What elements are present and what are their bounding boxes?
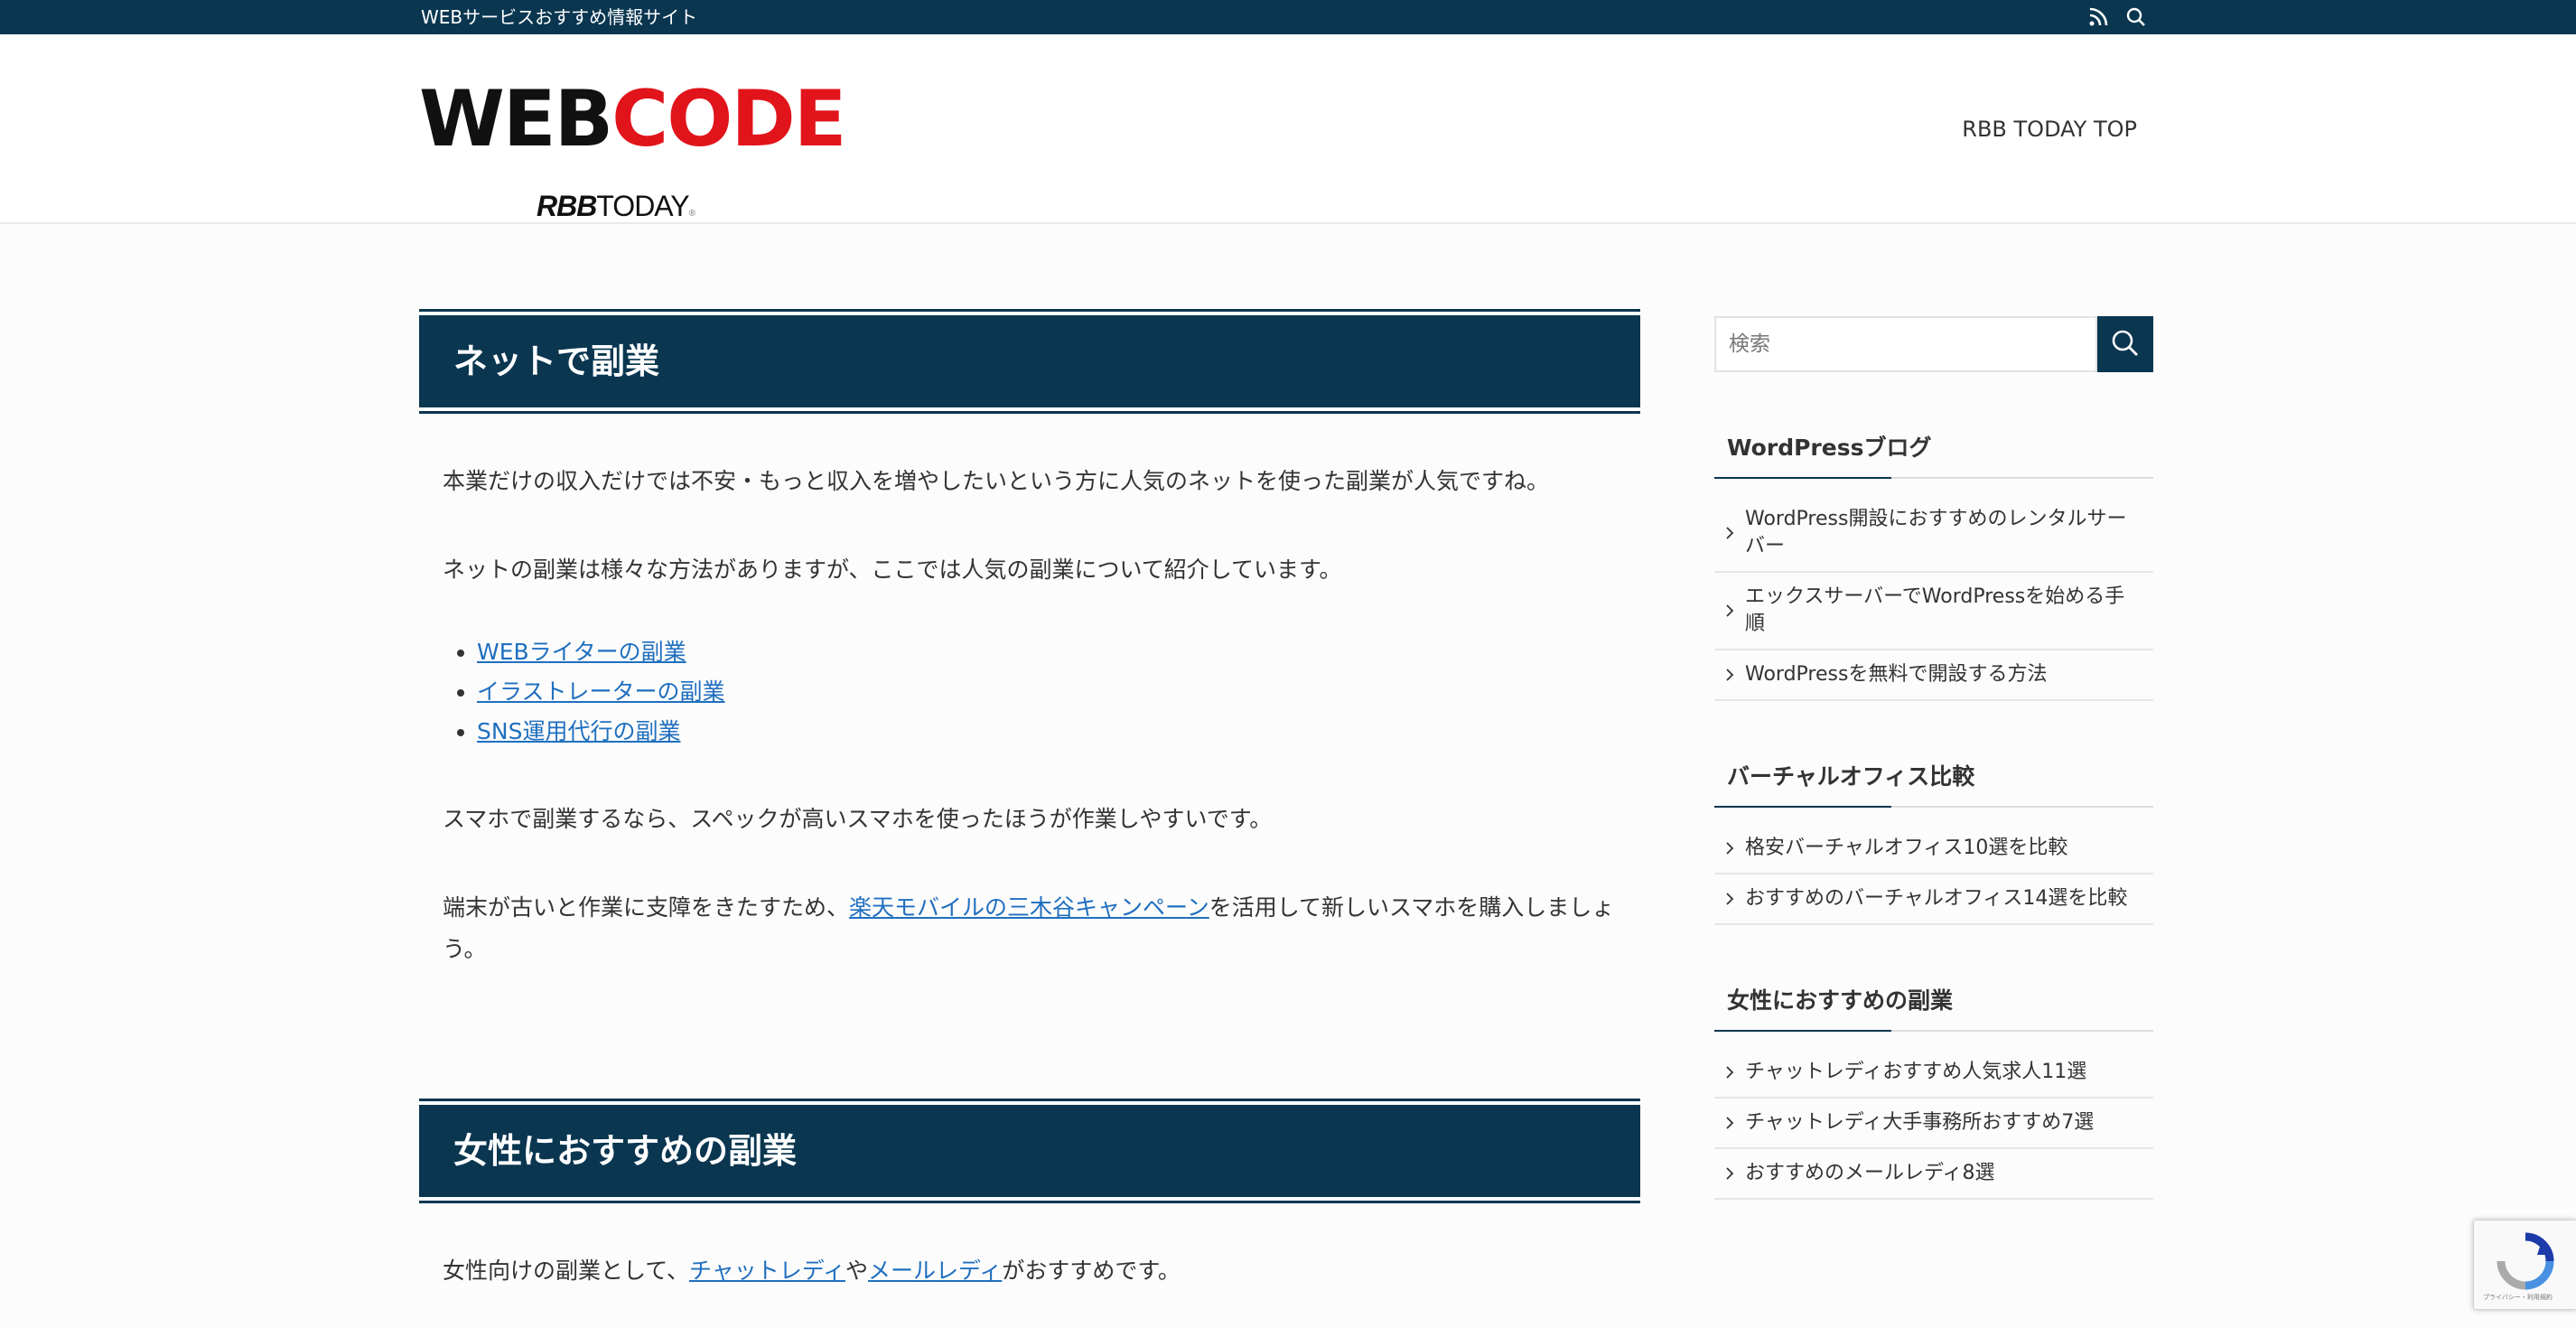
- chevron-right-icon: [1726, 1167, 1734, 1180]
- widget-item[interactable]: 格安バーチャルオフィス10選を比較: [1714, 824, 2153, 874]
- list-item: WEBライターの副業: [477, 632, 1617, 672]
- chevron-right-icon: [1726, 604, 1734, 617]
- widget-item[interactable]: チャットレディおすすめ人気求人11選: [1714, 1048, 2153, 1099]
- widget-title: バーチャルオフィス比較: [1714, 762, 2153, 808]
- widget-link[interactable]: WordPressを無料で開設する方法: [1745, 663, 2047, 686]
- widget-link[interactable]: エックスサーバーでWordPressを始める手順: [1745, 585, 2124, 635]
- widget-title: WordPressブログ: [1714, 434, 2153, 479]
- link-sns-agency[interactable]: SNS運用代行の副業: [477, 718, 680, 744]
- section-title-net-side-job: ネットで副業: [419, 315, 1640, 407]
- side-job-link-list: WEBライターの副業 イラストレーターの副業 SNS運用代行の副業: [443, 632, 1617, 752]
- logo-subbrand: RBBTODAY®: [537, 190, 695, 222]
- link-web-writer[interactable]: WEBライターの副業: [477, 639, 686, 665]
- widget-link[interactable]: おすすめのバーチャルオフィス14選を比較: [1745, 887, 2127, 910]
- recaptcha-text[interactable]: プライバシー・利用規約: [2483, 1293, 2553, 1302]
- campaign-paragraph: 端末が古いと作業に支障をきたすため、楽天モバイルの三木谷キャンペーンを活用して新…: [443, 894, 1615, 962]
- section-body: 女性向けの副業として、チャットレディやメールレディがおすすめです。: [419, 1250, 1640, 1292]
- sidebar: WordPressブログ WordPress開設におすすめのレンタルサーバー エ…: [1714, 316, 2153, 1200]
- link-mail-lady[interactable]: メールレディ: [868, 1258, 1002, 1284]
- widget-item[interactable]: おすすめのバーチャルオフィス14選を比較: [1714, 874, 2153, 925]
- widget-virtual-office: バーチャルオフィス比較 格安バーチャルオフィス10選を比較 おすすめのバーチャル…: [1714, 762, 2153, 925]
- widget-item[interactable]: エックスサーバーでWordPressを始める手順: [1714, 573, 2153, 650]
- section-body: 本業だけの収入だけでは不安・もっと収入を増やしたいという方に人気のネットを使った…: [419, 461, 1640, 970]
- search-button[interactable]: [2097, 316, 2153, 372]
- widget-item[interactable]: おすすめのメールレディ8選: [1714, 1149, 2153, 1200]
- widget-women-side-job: 女性におすすめの副業 チャットレディおすすめ人気求人11選 チャットレディ大手事…: [1714, 987, 2153, 1200]
- intro-paragraph: 本業だけの収入だけでは不安・もっと収入を増やしたいという方に人気のネットを使った…: [443, 468, 1550, 494]
- methods-paragraph: ネットの副業は様々な方法がありますが、ここでは人気の副業について紹介しています。: [443, 556, 1342, 583]
- widget-item[interactable]: チャットレディ大手事務所おすすめ7選: [1714, 1099, 2153, 1149]
- widget-link[interactable]: WordPress開設におすすめのレンタルサーバー: [1745, 508, 2126, 557]
- chevron-right-icon: [1726, 893, 1734, 905]
- chevron-right-icon: [1726, 669, 1734, 681]
- smartphone-paragraph: スマホで副業するなら、スペックが高いスマホを使ったほうが作業しやすいです。: [443, 806, 1273, 832]
- recaptcha-icon: [2497, 1232, 2554, 1290]
- top-bar: WEBサービスおすすめ情報サイト: [0, 0, 2576, 34]
- chevron-right-icon: [1726, 1066, 1734, 1079]
- logo-wordmark: WEBCODE: [419, 74, 847, 164]
- nav-rbb-today-top[interactable]: RBB TODAY TOP: [1962, 116, 2137, 143]
- widget-link[interactable]: チャットレディ大手事務所おすすめ7選: [1745, 1111, 2094, 1134]
- widget-item[interactable]: WordPressを無料で開設する方法: [1714, 650, 2153, 701]
- chevron-right-icon: [1726, 842, 1734, 855]
- list-item: イラストレーターの副業: [477, 672, 1617, 712]
- link-chat-lady[interactable]: チャットレディ: [689, 1258, 845, 1284]
- chevron-right-icon: [1726, 1117, 1734, 1129]
- section-title-women-side-job: 女性におすすめの副業: [419, 1105, 1640, 1197]
- search-input[interactable]: [1714, 316, 2097, 372]
- sidebar-search: [1714, 316, 2153, 372]
- widget-link[interactable]: 格安バーチャルオフィス10選を比較: [1745, 837, 2067, 859]
- chevron-right-icon: [1726, 527, 1734, 539]
- section-heading: 女性におすすめの副業: [419, 1099, 1640, 1203]
- widget-item[interactable]: WordPress開設におすすめのレンタルサーバー: [1714, 495, 2153, 573]
- main-content: ネットで副業 本業だけの収入だけでは不安・もっと収入を増やしたいという方に人気の…: [419, 309, 1640, 1292]
- widget-wordpress-blog: WordPressブログ WordPress開設におすすめのレンタルサーバー エ…: [1714, 434, 2153, 701]
- section-heading: ネットで副業: [419, 309, 1640, 414]
- site-tagline: WEBサービスおすすめ情報サイト: [421, 6, 698, 28]
- search-icon: [2110, 328, 2141, 361]
- link-rakuten-campaign[interactable]: 楽天モバイルの三木谷キャンペーン: [849, 894, 1209, 921]
- rss-icon[interactable]: [2086, 5, 2110, 29]
- recaptcha-badge[interactable]: プライバシー・利用規約: [2473, 1220, 2576, 1310]
- widget-title: 女性におすすめの副業: [1714, 987, 2153, 1032]
- women-paragraph: 女性向けの副業として、チャットレディやメールレディがおすすめです。: [443, 1258, 1181, 1284]
- widget-link[interactable]: チャットレディおすすめ人気求人11選: [1745, 1061, 2086, 1083]
- site-header: WEBCODE RBBTODAY® RBB TODAY TOP: [0, 34, 2576, 224]
- site-logo[interactable]: WEBCODE RBBTODAY®: [419, 74, 858, 237]
- search-icon[interactable]: [2124, 5, 2148, 29]
- link-illustrator[interactable]: イラストレーターの副業: [477, 678, 725, 705]
- list-item: SNS運用代行の副業: [477, 712, 1617, 752]
- widget-link[interactable]: おすすめのメールレディ8選: [1745, 1162, 1994, 1184]
